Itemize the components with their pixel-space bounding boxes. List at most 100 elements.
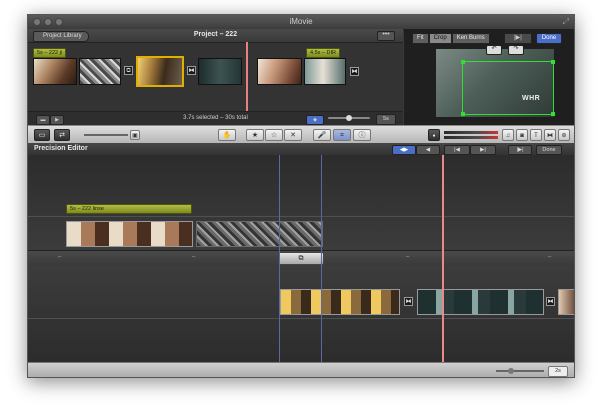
precision-playhead[interactable] xyxy=(442,155,444,365)
clip-thumbnail xyxy=(258,59,301,84)
project-playhead[interactable] xyxy=(246,42,248,111)
favorite-icon[interactable]: ★ xyxy=(246,129,264,141)
incoming-clip[interactable] xyxy=(558,289,574,315)
track-divider xyxy=(28,216,574,217)
video-clip[interactable] xyxy=(304,58,346,85)
clip-title-tag[interactable]: 5s – 222 ji xyxy=(33,48,67,58)
crop-mode-tabs: Fit Crop Ken Burns xyxy=(412,33,490,44)
info-icon[interactable]: ⓘ xyxy=(353,129,371,141)
video-clip[interactable] xyxy=(257,58,302,85)
next-edit-point-button[interactable]: ▶| xyxy=(470,145,496,155)
hand-tool-icon[interactable]: ✋ xyxy=(218,129,236,141)
viewer-done-button[interactable]: Done xyxy=(536,33,562,44)
crop-handle[interactable] xyxy=(461,60,465,64)
transition-icon[interactable]: ⧓ xyxy=(350,67,359,76)
crop-handle[interactable] xyxy=(551,60,555,64)
timeline-tick: – xyxy=(58,254,62,260)
transition-handle[interactable]: ⧉ xyxy=(278,252,324,265)
title-bar-clip[interactable]: 5s – 222 linse xyxy=(66,204,192,214)
project-header: Project Library Project – 222 ••• xyxy=(28,29,403,43)
transition-icon[interactable]: ⧓ xyxy=(187,66,196,75)
rotate-right-icon[interactable]: ↷ xyxy=(508,45,524,55)
precision-done-button[interactable]: Done xyxy=(536,145,562,155)
selected-video-clip[interactable] xyxy=(136,56,184,87)
voiceover-icon[interactable]: 🎤 xyxy=(313,129,331,141)
clip-thumbnail xyxy=(199,59,241,84)
precision-editor-title: Precision Editor xyxy=(34,145,88,152)
maps-icon[interactable]: ⊛ xyxy=(558,129,570,141)
project-pane: Project Library Project – 222 ••• 5s – 2… xyxy=(28,29,403,126)
audio-waveform-toggle[interactable]: ◆ xyxy=(306,115,324,125)
rotate-left-icon[interactable]: ↶ xyxy=(486,45,502,55)
track-divider xyxy=(28,318,574,319)
transition-icon[interactable]: ⧓ xyxy=(546,297,555,306)
video-clip[interactable] xyxy=(79,58,121,85)
zoom-level-button[interactable]: 2s xyxy=(548,366,568,377)
edit-guide-line xyxy=(279,155,280,362)
timeline-tick: – xyxy=(548,254,552,260)
clip-title-tag[interactable]: 4.5s – DIR xyxy=(306,48,340,58)
audio-meter xyxy=(444,136,498,139)
clip-thumbnail xyxy=(418,290,543,314)
main-toolbar: ▭ ⇄ ▣ ✋ ★ ☆ ✕ 🎤 ⌗ ⓘ ● ♫ ◙ T ⧓ ⊛ xyxy=(28,125,574,145)
resize-icon[interactable]: ⤢ xyxy=(563,17,569,27)
tab-crop[interactable]: Crop xyxy=(428,33,452,44)
incoming-clip[interactable] xyxy=(417,289,544,315)
incoming-clip[interactable] xyxy=(280,289,400,315)
swap-events-icon[interactable]: ⇄ xyxy=(54,129,70,141)
window-title: iMovie xyxy=(289,17,313,26)
clip-thumbnail xyxy=(67,222,192,246)
tab-ken-burns[interactable]: Ken Burns xyxy=(451,33,490,44)
clip-duration-button[interactable]: 5s xyxy=(376,114,396,125)
audio-meter xyxy=(444,131,498,134)
music-icon[interactable]: ♫ xyxy=(502,129,514,141)
transition-icon[interactable]: ⧓ xyxy=(404,297,413,306)
video-clip[interactable] xyxy=(33,58,77,85)
clip-thumbnail xyxy=(34,59,76,84)
clip-thumbnail xyxy=(305,59,345,84)
title-bar: iMovie ⤢ xyxy=(28,15,574,30)
precision-zoom-slider[interactable] xyxy=(496,370,544,372)
previous-edit-button[interactable]: ◀ xyxy=(416,145,440,155)
precision-editor-footer: 2s xyxy=(28,362,574,377)
more-options-button[interactable]: ••• xyxy=(377,31,395,41)
title-icon[interactable]: T xyxy=(530,129,542,141)
crop-handle[interactable] xyxy=(461,112,465,116)
clip-thumbnail xyxy=(559,290,574,314)
project-footer: ▬ ▶ 3.7s selected – 30s total ◆ 5s xyxy=(28,111,403,126)
edit-point-row: – – – – ⧉ xyxy=(28,250,574,266)
clip-thumbnail xyxy=(281,290,399,314)
clip-thumbnail xyxy=(197,222,322,246)
transition-browser-icon[interactable]: ⧓ xyxy=(544,129,556,141)
project-title: Project – 222 xyxy=(193,31,238,38)
transition-icon[interactable]: ⧉ xyxy=(124,66,133,75)
slider-knob[interactable] xyxy=(346,115,352,121)
viewer-play-button[interactable]: |▶| xyxy=(504,33,532,44)
show-audio-button[interactable]: ◀▶ xyxy=(392,145,416,155)
previous-edit-point-button[interactable]: |◀ xyxy=(444,145,470,155)
outgoing-clip[interactable] xyxy=(66,221,193,247)
crop-rectangle[interactable] xyxy=(461,60,555,116)
crop-handle[interactable] xyxy=(551,112,555,116)
timeline-tick: – xyxy=(192,254,196,260)
frame-overlay-text: WHR xyxy=(522,95,541,102)
precision-editor: Precision Editor ◀▶ ◀ |◀ ▶| |▶| Done 5s … xyxy=(28,143,574,377)
tab-fit[interactable]: Fit xyxy=(412,33,429,44)
timeline-tick: – xyxy=(406,254,410,260)
unfavorite-icon[interactable]: ☆ xyxy=(265,129,283,141)
clip-thumbnail xyxy=(80,59,120,84)
camera-import-icon[interactable]: ▭ xyxy=(34,129,50,141)
photo-icon[interactable]: ◙ xyxy=(516,129,528,141)
imovie-window: iMovie ⤢ Project Library Project – 222 •… xyxy=(27,14,575,378)
precision-play-button[interactable]: |▶| xyxy=(508,145,532,155)
zoom-slider[interactable] xyxy=(84,134,128,136)
viewer-pane: Fit Crop Ken Burns |▶| Done ↶ ↷ WHR xyxy=(404,29,574,125)
clip-thumbnail xyxy=(138,58,182,85)
video-clip[interactable] xyxy=(198,58,242,85)
slider-knob[interactable] xyxy=(508,368,514,374)
reject-icon[interactable]: ✕ xyxy=(284,129,302,141)
edit-guide-line xyxy=(321,155,322,362)
record-icon[interactable]: ● xyxy=(428,129,440,141)
outgoing-clip-unused[interactable] xyxy=(196,221,323,247)
crop-icon[interactable]: ⌗ xyxy=(333,129,351,141)
